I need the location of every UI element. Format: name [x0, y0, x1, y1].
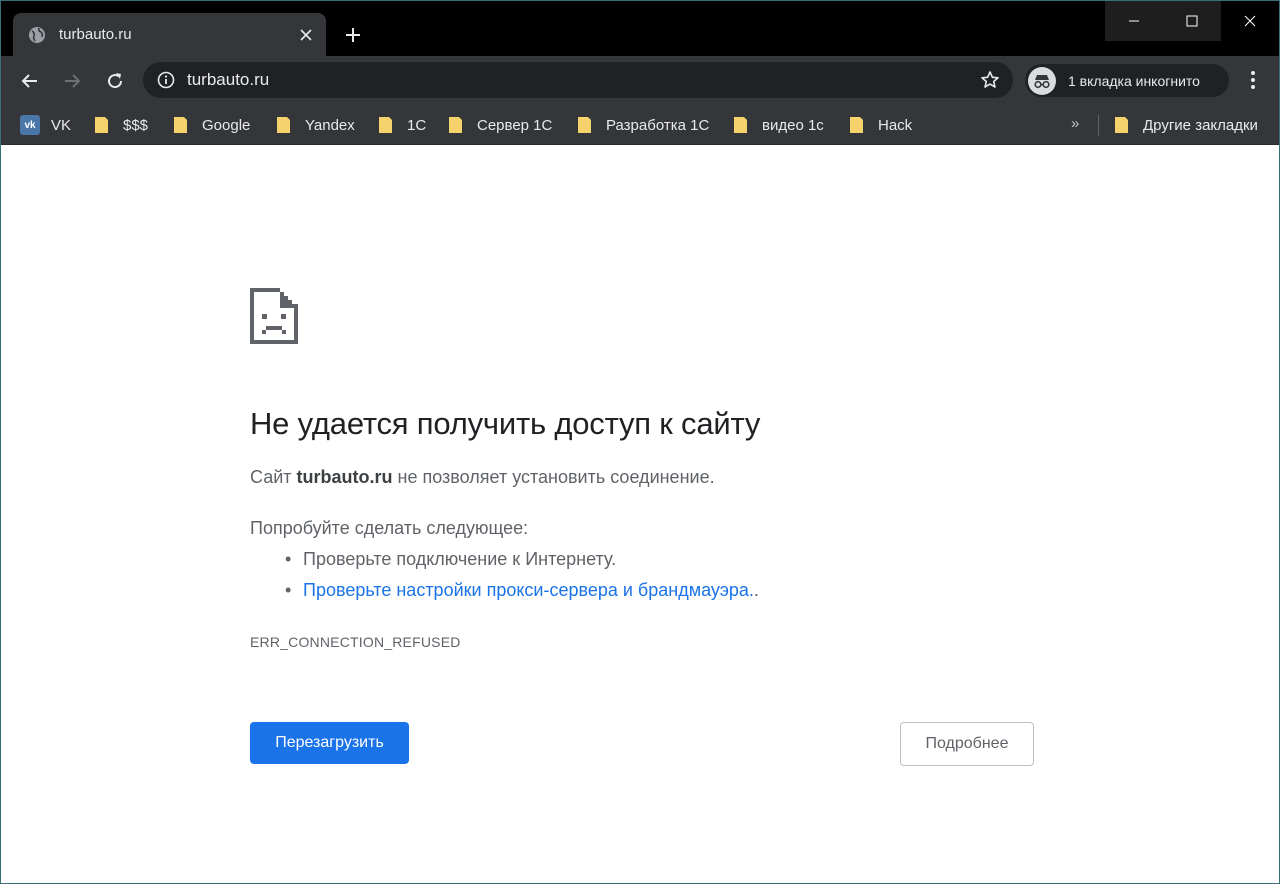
reload-icon[interactable]: [100, 66, 130, 96]
bookmark-label: Сервер 1С: [477, 116, 553, 134]
forward-arrow-icon[interactable]: [57, 66, 87, 96]
bookmark-label: $$$: [123, 116, 149, 134]
bookmarks-bar: vk VK $$$ Google Yandex 1С Сервер 1С Раз…: [1, 105, 1279, 145]
suggestions-list: Проверьте подключение к Интернету. Прове…: [285, 549, 759, 611]
bookmark-star-icon[interactable]: [977, 67, 1003, 93]
bookmark-folder-yandex[interactable]: Yandex: [275, 112, 355, 138]
suggestion-period: .: [753, 580, 759, 600]
bookmark-folder-video-1c[interactable]: видео 1с: [732, 112, 824, 138]
bookmark-folder-server-1c[interactable]: Сервер 1С: [447, 112, 552, 138]
error-code: ERR_CONNECTION_REFUSED: [250, 634, 461, 650]
bookmarks-divider: [1098, 115, 1099, 136]
folder-icon: [850, 117, 863, 133]
error-heading: Не удается получить доступ к сайту: [250, 406, 761, 441]
toolbar: turbauto.ru 1 вкладка инкогнито: [1, 56, 1279, 105]
suggestions-heading: Попробуйте сделать следующее:: [250, 518, 529, 538]
site-suffix: не позволяет установить соединение.: [397, 467, 715, 487]
folder-icon: [578, 117, 591, 133]
url-text[interactable]: turbauto.ru: [187, 70, 977, 90]
bookmark-label: Другие закладки: [1143, 116, 1258, 134]
tab-active[interactable]: turbauto.ru: [13, 13, 326, 56]
reload-button[interactable]: Перезагрузить: [250, 722, 409, 764]
list-item: Проверьте подключение к Интернету.: [285, 549, 759, 580]
folder-icon: [449, 117, 462, 133]
incognito-badge[interactable]: 1 вкладка инкогнито: [1025, 64, 1229, 97]
site-info-icon[interactable]: [155, 69, 177, 91]
site-name: turbauto.ru: [296, 467, 393, 487]
bookmark-label: Hack: [878, 116, 913, 134]
bookmark-folder-hack[interactable]: Hack: [848, 112, 912, 138]
bookmark-other[interactable]: Другие закладки: [1113, 112, 1258, 138]
address-bar[interactable]: turbauto.ru: [143, 62, 1013, 98]
folder-icon: [734, 117, 747, 133]
bookmark-vk[interactable]: vk VK: [20, 112, 71, 138]
error-description: Сайт turbauto.ru не позволяет установить…: [250, 467, 715, 488]
new-tab-icon[interactable]: [339, 21, 367, 49]
details-button[interactable]: Подробнее: [900, 722, 1034, 766]
incognito-label: 1 вкладка инкогнито: [1068, 72, 1200, 89]
folder-icon: [379, 117, 392, 133]
minimize-icon[interactable]: [1105, 1, 1163, 41]
bookmark-folder-dev-1c[interactable]: Разработка 1С: [576, 112, 709, 138]
folder-icon: [174, 117, 187, 133]
suggestion-text: Проверьте подключение к Интернету.: [303, 549, 617, 569]
window-controls: [1105, 1, 1279, 41]
browser-window: turbauto.ru turbauto.ru 1 вкладка инкогн…: [0, 0, 1280, 884]
folder-icon: [1115, 117, 1128, 133]
back-arrow-icon[interactable]: [15, 66, 45, 96]
maximize-icon[interactable]: [1163, 1, 1221, 41]
close-tab-icon[interactable]: [292, 21, 320, 49]
folder-icon: [277, 117, 290, 133]
bookmark-label: Разработка 1С: [606, 116, 710, 134]
sad-page-icon: [250, 288, 298, 344]
bookmark-label: Google: [202, 116, 251, 134]
vk-icon: vk: [20, 115, 40, 135]
globe-icon: [28, 26, 46, 44]
page-content: Не удается получить доступ к сайту Сайт …: [1, 146, 1279, 883]
bookmarks-overflow-chevron[interactable]: »: [1071, 115, 1079, 132]
site-prefix: Сайт: [250, 467, 292, 487]
bookmark-folder-google[interactable]: Google: [172, 112, 250, 138]
bookmark-label: VK: [51, 116, 72, 134]
incognito-icon: [1028, 66, 1056, 95]
list-item: Проверьте настройки прокси-сервера и бра…: [285, 580, 759, 611]
bookmark-folder-1c[interactable]: 1С: [377, 112, 426, 138]
folder-icon: [95, 117, 108, 133]
close-window-icon[interactable]: [1221, 1, 1279, 41]
bookmark-label: видео 1с: [762, 116, 824, 134]
bookmark-label: 1С: [407, 116, 427, 134]
tab-title: turbauto.ru: [59, 26, 132, 43]
title-bar: turbauto.ru: [1, 1, 1279, 56]
bookmark-label: Yandex: [305, 116, 355, 134]
proxy-settings-link[interactable]: Проверьте настройки прокси-сервера и бра…: [303, 580, 754, 600]
bookmark-folder-money[interactable]: $$$: [93, 112, 148, 138]
menu-dots-icon[interactable]: [1239, 66, 1267, 94]
